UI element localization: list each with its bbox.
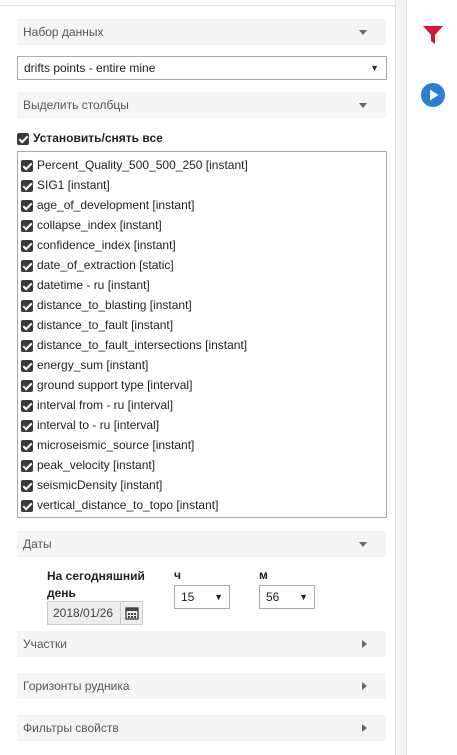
checkbox-checked-icon [21,259,33,272]
property-filters-section-header[interactable]: Фильтры свойств [17,715,386,741]
columns-section-title: Выделить столбцы [23,98,129,112]
dropdown-arrow-icon: ▼ [214,592,223,602]
filter-icon[interactable] [420,22,446,48]
minute-select[interactable]: 56 ▼ [259,585,315,609]
column-label: confidence_index [instant] [37,238,176,252]
column-label: peak_velocity [instant] [37,458,156,472]
chevron-right-icon [362,640,367,648]
checkbox-checked-icon [21,419,33,432]
column-checkbox-item[interactable]: vertical_distance_to_topo [instant] [21,495,386,515]
column-checkbox-item[interactable]: interval to - ru [interval] [21,415,386,435]
checkbox-checked-icon [21,379,33,392]
column-label: distance_to_fault_intersections [instant… [37,338,248,352]
checkbox-checked-icon [21,459,33,472]
panel-splitter[interactable] [395,0,407,755]
column-label: distance_to_fault [instant] [37,318,174,332]
column-label: distance_to_blasting [instant] [37,298,192,312]
minute-value: 56 [266,590,280,604]
dropdown-arrow-icon: ▼ [299,592,308,602]
checkbox-checked-icon [21,399,33,412]
dataset-section-title: Набор данных [23,25,104,39]
columns-list: Percent_Quality_500_500_250 [instant] SIG… [17,151,387,518]
column-checkbox-item[interactable]: confidence_index [instant] [21,235,386,255]
column-label: interval to - ru [interval] [37,418,160,432]
column-checkbox-item[interactable]: Percent_Quality_500_500_250 [instant] [21,155,386,175]
column-label: interval from - ru [interval] [37,398,174,412]
checkbox-checked-icon [17,132,29,145]
column-checkbox-item[interactable]: energy_sum [instant] [21,355,386,375]
checkbox-checked-icon [21,339,33,352]
column-label: seismicDensity [instant] [37,478,163,492]
dates-section-title: Даты [23,537,52,551]
checkbox-checked-icon [21,199,33,212]
checkbox-checked-icon [21,159,33,172]
column-label: ground support type [interval] [37,378,193,392]
dataset-select[interactable]: drifts points - entire mine ▼ [17,56,387,80]
dataset-select-value: drifts points - entire mine [24,61,156,75]
hour-select[interactable]: 15 ▼ [174,585,230,609]
chevron-down-icon [359,30,367,35]
checkbox-checked-icon [21,179,33,192]
checkbox-checked-icon [21,479,33,492]
right-rail [407,0,457,755]
checkbox-checked-icon [21,359,33,372]
hour-value: 15 [181,590,195,604]
checkbox-checked-icon [21,299,33,312]
checkbox-checked-icon [21,279,33,292]
column-checkbox-item[interactable]: collapse_index [instant] [21,215,386,235]
column-label: datetime - ru [instant] [37,278,150,292]
checkbox-checked-icon [21,439,33,452]
column-label: SIG1 [instant] [37,178,110,192]
column-checkbox-item[interactable]: SIG1 [instant] [21,175,386,195]
column-checkbox-item[interactable]: distance_to_blasting [instant] [21,295,386,315]
column-checkbox-item[interactable]: peak_velocity [instant] [21,455,386,475]
date-input[interactable]: 2018/01/26 [47,601,143,625]
areas-section-title: Участки [23,637,67,651]
dropdown-arrow-icon: ▼ [370,63,379,73]
checkbox-checked-icon [21,219,33,232]
calendar-icon[interactable] [120,602,142,624]
column-checkbox-item[interactable]: microseismic_source [instant] [21,435,386,455]
column-checkbox-item[interactable]: distance_to_fault [instant] [21,315,386,335]
column-label: date_of_extraction [static] [37,258,174,272]
columns-section-header[interactable]: Выделить столбцы [17,92,386,118]
property-filters-section-title: Фильтры свойств [23,721,119,735]
column-label: collapse_index [instant] [37,218,162,232]
column-checkbox-item[interactable]: seismicDensity [instant] [21,475,386,495]
column-checkbox-item[interactable]: age_of_development [instant] [21,195,386,215]
minute-label: м [259,568,268,582]
column-label: microseismic_source [instant] [37,438,195,452]
column-checkbox-item[interactable]: interval from - ru [interval] [21,395,386,415]
column-checkbox-item[interactable]: distance_to_fault_intersections [instant… [21,335,386,355]
column-label: vertical_distance_to_topo [instant] [37,498,219,512]
column-checkbox-item[interactable]: date_of_extraction [static] [21,255,386,275]
select-all-checkbox[interactable]: Установить/снять все [17,130,163,146]
column-checkbox-item[interactable]: ground support type [interval] [21,375,386,395]
dataset-section-header[interactable]: Набор данных [17,19,386,45]
play-icon[interactable] [420,82,446,108]
chevron-down-icon [359,542,367,547]
chevron-down-icon [359,103,367,108]
hour-label: ч [174,568,181,582]
horizons-section-header[interactable]: Горизонты рудника [17,673,386,699]
areas-section-header[interactable]: Участки [17,631,386,657]
dates-section-header[interactable]: Даты [17,531,386,557]
select-all-label: Установить/снять все [33,131,163,145]
column-label: energy_sum [instant] [37,358,149,372]
today-label: На сегодняшний день [47,569,145,600]
checkbox-checked-icon [21,239,33,252]
checkbox-checked-icon [21,499,33,512]
column-label: age_of_development [instant] [37,198,195,212]
date-value: 2018/01/26 [53,606,114,620]
horizons-section-title: Горизонты рудника [23,679,130,693]
chevron-right-icon [362,724,367,732]
column-checkbox-item[interactable]: datetime - ru [instant] [21,275,386,295]
column-label: Percent_Quality_500_500_250 [instant] [37,158,248,172]
checkbox-checked-icon [21,319,33,332]
chevron-right-icon [362,682,367,690]
